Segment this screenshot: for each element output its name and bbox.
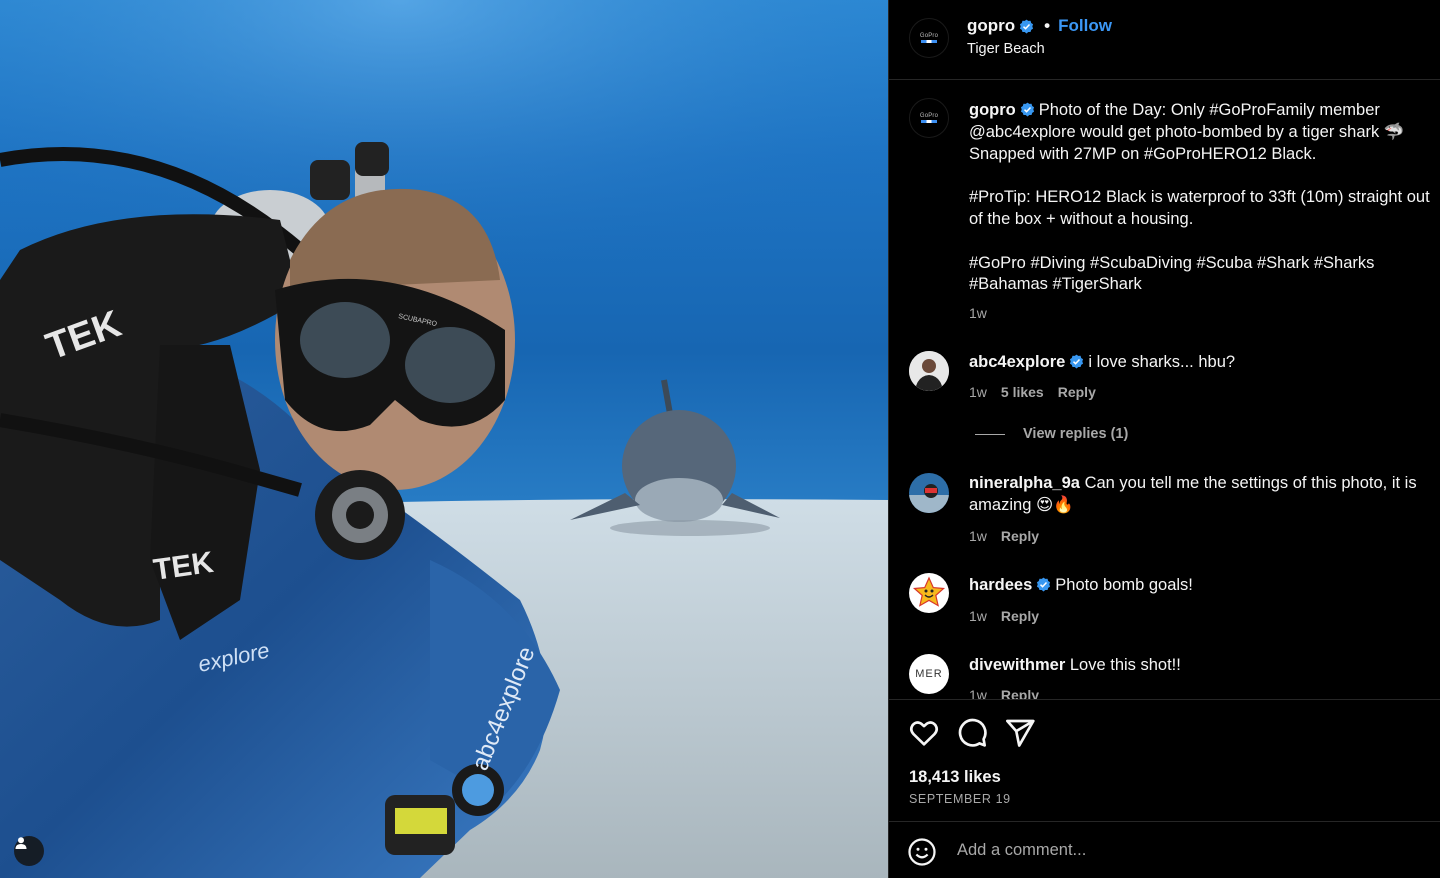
- header-user-row: gopro • Follow: [967, 16, 1112, 36]
- verified-badge-icon: [1037, 577, 1051, 592]
- author-avatar[interactable]: GoPro: [909, 18, 949, 58]
- comments-list[interactable]: GoPro gopro Photo of the Day: Only #GoPr…: [889, 81, 1440, 699]
- comment-avatar-abc4explore[interactable]: [909, 351, 949, 391]
- comment-username-4[interactable]: divewithmer: [969, 656, 1065, 674]
- caption-meta: 1w: [969, 305, 987, 321]
- comment-icon[interactable]: [956, 717, 988, 749]
- follow-button[interactable]: Follow: [1058, 16, 1112, 36]
- verified-badge-icon: [1020, 19, 1034, 33]
- comment-reply-button-3[interactable]: Reply: [1001, 608, 1039, 624]
- photo-illustration: TEK TEK explore abc4explore SCUBAPRO: [0, 0, 888, 878]
- comment-reply-button-2[interactable]: Reply: [1001, 528, 1039, 544]
- share-icon[interactable]: [1004, 717, 1036, 749]
- comment-text-4: divewithmer Love this shot!!: [969, 655, 1435, 677]
- avatar-logo-text: GoPro: [919, 113, 939, 119]
- likes-count[interactable]: 18,413 likes: [909, 768, 1001, 787]
- author-username[interactable]: gopro: [967, 16, 1015, 36]
- comment-reply-button-4[interactable]: Reply: [1001, 687, 1039, 699]
- comment-reply-button-1[interactable]: Reply: [1058, 384, 1096, 400]
- comment-time-2[interactable]: 1w: [969, 528, 987, 544]
- avatar-mer-text: MER: [915, 668, 943, 680]
- comment-meta-2: 1w Reply: [969, 528, 1039, 544]
- comment-body-1: i love sharks... hbu?: [1088, 353, 1236, 371]
- comment-meta-3: 1w Reply: [969, 608, 1039, 624]
- caption-text: gopro Photo of the Day: Only #GoProFamil…: [969, 100, 1435, 296]
- diver-avatar-icon: [909, 473, 949, 513]
- post-header: GoPro gopro • Follow Tiger Beach: [889, 0, 1440, 80]
- comment-username-3[interactable]: hardees: [969, 576, 1032, 594]
- post-photo[interactable]: TEK TEK explore abc4explore SCUBAPRO: [0, 0, 888, 878]
- comment-text-2: nineralpha_9a Can you tell me the settin…: [969, 473, 1435, 517]
- post-actions: 18,413 likes SEPTEMBER 19: [889, 699, 1440, 821]
- caption-paragraph-3: #GoPro #Diving #ScubaDiving #Scuba #Shar…: [969, 253, 1375, 294]
- emoji-icon[interactable]: [907, 837, 937, 867]
- comment-text-1: abc4explore i love sharks... hbu?: [969, 352, 1435, 374]
- comment-username-1[interactable]: abc4explore: [969, 353, 1065, 371]
- comment-time-1[interactable]: 1w: [969, 384, 987, 400]
- comment-time-3[interactable]: 1w: [969, 608, 987, 624]
- user-tag-icon: [15, 837, 27, 849]
- heart-icon[interactable]: [908, 717, 940, 749]
- comment-meta-1: 1w 5 likes Reply: [969, 384, 1096, 400]
- comment-avatar-hardees[interactable]: [909, 573, 949, 613]
- caption-paragraph-2: #ProTip: HERO12 Black is waterproof to 3…: [969, 188, 1430, 228]
- comment-text-3: hardees Photo bomb goals!: [969, 575, 1435, 597]
- avatar-logo-text: GoPro: [919, 33, 939, 39]
- comment-body-4: Love this shot!!: [1069, 656, 1181, 674]
- avatar-logo-bar: [921, 40, 937, 43]
- caption-author-avatar[interactable]: GoPro: [909, 98, 949, 138]
- person-avatar-icon: [909, 351, 949, 391]
- comment-likes-1[interactable]: 5 likes: [1001, 384, 1044, 400]
- comment-avatar-divewithmer[interactable]: MER: [909, 654, 949, 694]
- comment-username-2[interactable]: nineralpha_9a: [969, 474, 1080, 492]
- view-replies-button[interactable]: View replies (1): [975, 426, 1128, 442]
- comment-time-4[interactable]: 1w: [969, 687, 987, 699]
- avatar-logo-bar: [921, 120, 937, 123]
- verified-badge-icon: [1070, 354, 1084, 369]
- separator-dot: •: [1044, 16, 1051, 35]
- star-avatar-icon: [909, 573, 949, 613]
- verified-badge-icon: [1020, 102, 1034, 117]
- comment-avatar-nineralpha[interactable]: [909, 473, 949, 513]
- post-date[interactable]: SEPTEMBER 19: [909, 792, 1011, 806]
- view-replies-label: View replies (1): [1023, 426, 1129, 442]
- add-comment-input[interactable]: [957, 836, 1417, 864]
- add-comment-bar: [889, 821, 1440, 878]
- comment-body-3: Photo bomb goals!: [1055, 576, 1193, 594]
- location-link[interactable]: Tiger Beach: [967, 41, 1045, 57]
- user-tag-button[interactable]: [14, 836, 44, 866]
- caption-username[interactable]: gopro: [969, 101, 1016, 119]
- post-side-panel: GoPro gopro • Follow Tiger Beach GoPro g…: [888, 0, 1440, 878]
- view-replies-line: [975, 433, 1005, 435]
- caption-time[interactable]: 1w: [969, 305, 987, 321]
- comment-meta-4: 1w Reply: [969, 687, 1039, 699]
